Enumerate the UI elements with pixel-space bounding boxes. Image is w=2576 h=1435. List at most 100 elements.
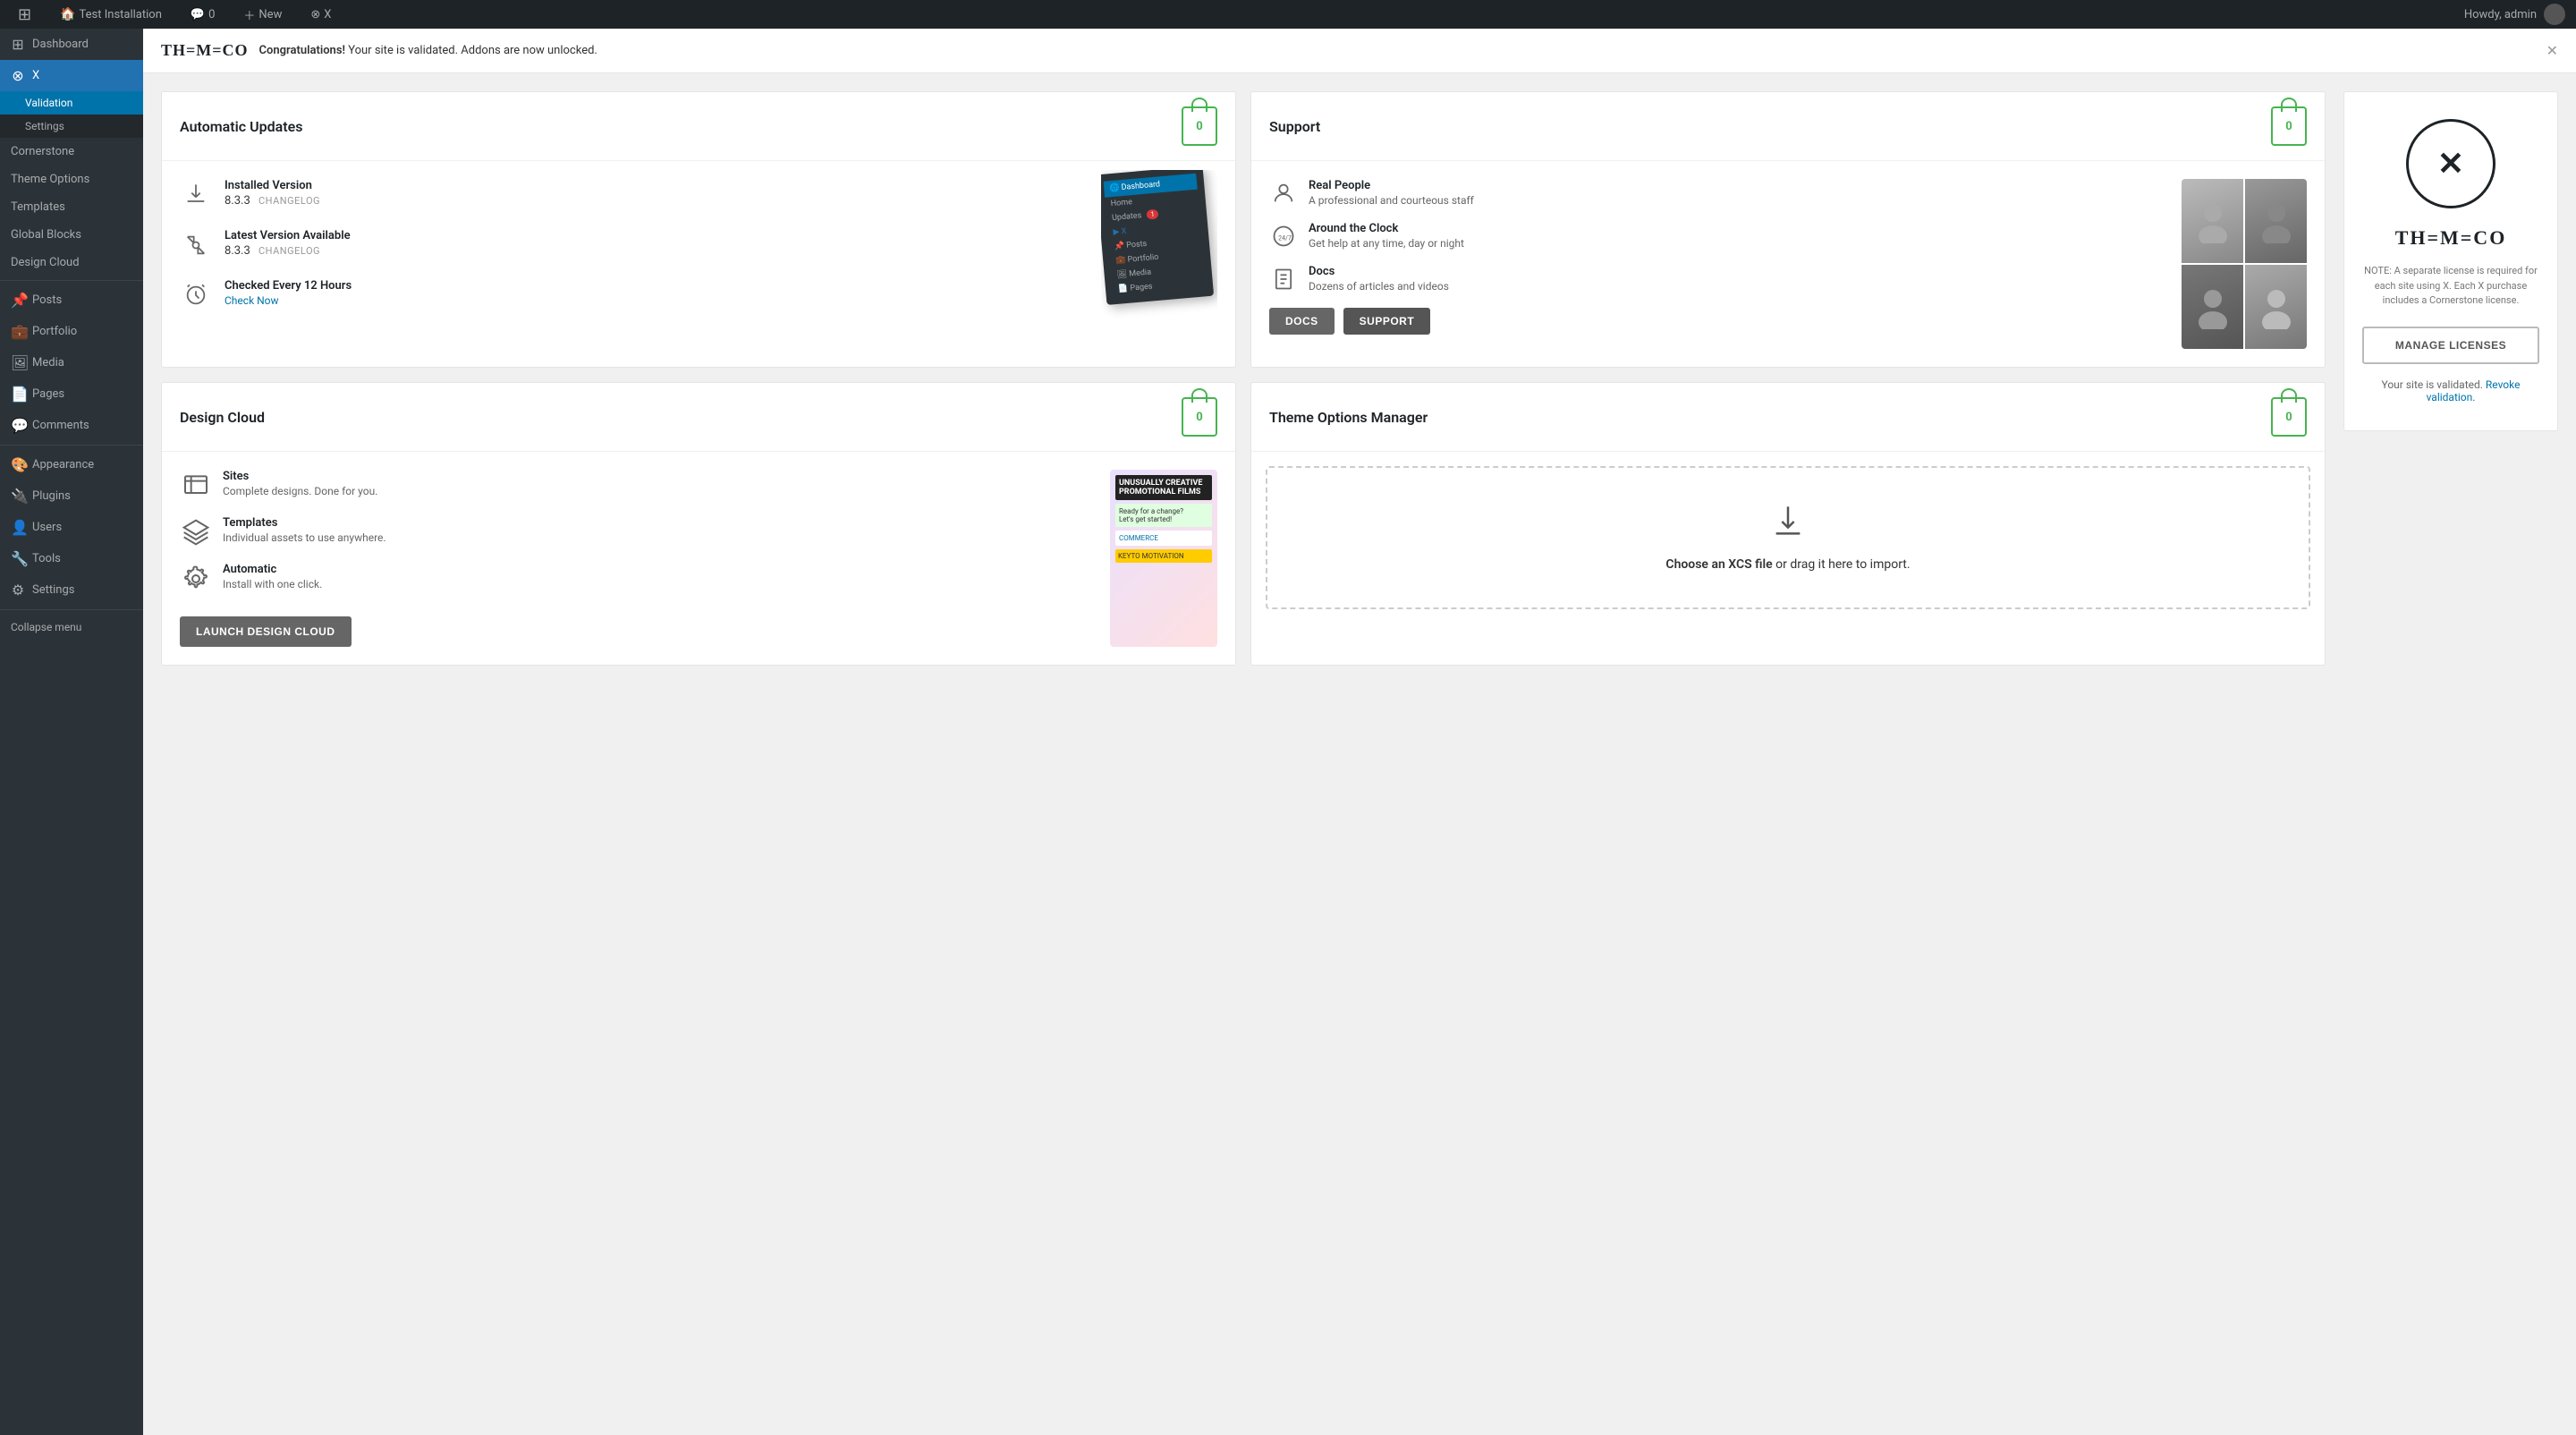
clock-icon: [180, 279, 212, 311]
automatic-label: Automatic: [223, 563, 322, 576]
gear-icon: [180, 563, 212, 595]
sidebar-item-settings[interactable]: Settings: [0, 115, 143, 138]
real-people-item: Real People A professional and courteous…: [1269, 179, 2171, 208]
comments-menu-icon: 💬: [11, 417, 25, 434]
sidebar-item-theme-options[interactable]: Theme Options: [0, 166, 143, 193]
updates-panel: Automatic Updates 0: [161, 91, 1236, 368]
sites-desc: Complete designs. Done for you.: [223, 485, 377, 497]
site-name[interactable]: 🏠 Test Installation: [53, 0, 169, 29]
sidebar-item-portfolio[interactable]: 💼 Portfolio: [0, 316, 143, 347]
sidebar-item-pages[interactable]: 📄 Pages: [0, 378, 143, 410]
updates-lock-badge: 0: [1182, 106, 1217, 146]
x-themeco-logo: TH=M=CO: [2362, 226, 2539, 250]
x-menu-icon: ⊗: [11, 67, 25, 84]
main-content: TH=M=CO Congratulations! Your site is va…: [143, 29, 2576, 1435]
appearance-icon: 🎨: [11, 456, 25, 473]
tools-icon: 🔧: [11, 550, 25, 567]
docs-item: Docs Dozens of articles and videos: [1269, 265, 2171, 293]
installed-changelog-link[interactable]: CHANGELOG: [258, 195, 320, 207]
theme-options-lock-badge: 0: [2271, 397, 2307, 437]
automatic-desc: Install with one click.: [223, 578, 322, 590]
x-adminbar[interactable]: ⊗ X: [303, 0, 338, 29]
dashboard-screenshot: 🌐 Dashboard Home Updates 1 ▶ X 📌 Posts 💼…: [1101, 170, 1214, 305]
x-promo-note: NOTE: A separate license is required for…: [2362, 264, 2539, 309]
x-logo-circle: ✕: [2406, 119, 2496, 208]
sites-label: Sites: [223, 470, 377, 483]
docs-icon: [1269, 265, 1298, 293]
docs-desc: Dozens of articles and videos: [1309, 280, 1449, 293]
design-cloud-lock-badge: 0: [1182, 397, 1217, 437]
portfolio-icon: 💼: [11, 323, 25, 340]
settings-icon: ⚙: [11, 582, 25, 599]
notice-text: Congratulations! Your site is validated.…: [259, 44, 2536, 57]
support-lock-badge: 0: [2271, 106, 2307, 146]
notice-close-button[interactable]: ✕: [2546, 42, 2558, 60]
sidebar-item-global-blocks[interactable]: Global Blocks: [0, 221, 143, 249]
theme-options-panel: Theme Options Manager 0: [1250, 382, 2326, 666]
support-button[interactable]: SUPPORT: [1343, 308, 1431, 335]
check-now-link[interactable]: Check Now: [225, 294, 279, 307]
xcs-drop-text: Choose an XCS file or drag it here to im…: [1665, 557, 1910, 572]
x-promo-card: ✕ TH=M=CO NOTE: A separate license is re…: [2343, 91, 2558, 431]
dashboard-icon: ⊞: [11, 36, 25, 53]
new-content[interactable]: ＋ New: [236, 0, 289, 29]
latest-changelog-link[interactable]: CHANGELOG: [258, 245, 320, 257]
design-templates-item: Templates Individual assets to use anywh…: [180, 516, 1096, 548]
support-panel: Support 0: [1250, 91, 2326, 368]
clock-label: Around the Clock: [1309, 222, 1464, 235]
admin-bar-right: Howdy, admin: [2464, 4, 2565, 25]
wp-logo[interactable]: ⊞: [11, 0, 38, 29]
sidebar-item-design-cloud[interactable]: Design Cloud: [0, 249, 143, 276]
person-icon: [1269, 179, 1298, 208]
pages-icon: 📄: [11, 386, 25, 403]
24-7-icon: 24/7: [1269, 222, 1298, 250]
sites-item: Sites Complete designs. Done for you.: [180, 470, 1096, 502]
sidebar-item-cornerstone[interactable]: Cornerstone: [0, 138, 143, 166]
design-templates-label: Templates: [223, 516, 386, 530]
download-icon: [180, 179, 212, 211]
sidebar-item-tools[interactable]: 🔧 Tools: [0, 543, 143, 574]
admin-bar: ⊞ 🏠 Test Installation 💬 0 ＋ New ⊗ X Howd…: [0, 0, 2576, 29]
sidebar-item-collapse[interactable]: Collapse menu: [0, 614, 143, 641]
real-people-label: Real People: [1309, 179, 1474, 192]
design-cloud-panel: Design Cloud 0: [161, 382, 1236, 666]
media-icon: 🖼: [11, 354, 25, 371]
xcs-drop-area[interactable]: Choose an XCS file or drag it here to im…: [1266, 466, 2310, 609]
sidebar-item-x[interactable]: ⊗ X Validation Settings: [0, 60, 143, 138]
sidebar-item-comments[interactable]: 💬 Comments: [0, 410, 143, 441]
installed-version-value: 8.3.3: [225, 194, 250, 208]
support-panel-title: Support: [1269, 118, 1320, 135]
launch-design-cloud-button[interactable]: LAUNCH DESIGN CLOUD: [180, 616, 352, 647]
docs-label: Docs: [1309, 265, 1449, 278]
support-photo-collage: [2182, 179, 2307, 349]
sidebar-item-appearance[interactable]: 🎨 Appearance: [0, 449, 143, 480]
svg-text:24/7: 24/7: [1278, 235, 1292, 242]
latest-version-label: Latest Version Available: [225, 229, 351, 242]
sidebar-item-dashboard[interactable]: ⊞ Dashboard: [0, 29, 143, 60]
sidebar-item-posts[interactable]: 📌 Posts: [0, 284, 143, 316]
sidebar-item-settings[interactable]: ⚙ Settings: [0, 574, 143, 606]
design-templates-desc: Individual assets to use anywhere.: [223, 531, 386, 544]
real-people-desc: A professional and courteous staff: [1309, 194, 1474, 207]
sidebar-item-templates[interactable]: Templates: [0, 193, 143, 221]
comments-link[interactable]: 💬 0: [183, 0, 223, 29]
manage-licenses-button[interactable]: MANAGE LICENSES: [2362, 327, 2539, 364]
latest-version-item: Latest Version Available 8.3.3 CHANGELOG: [180, 229, 1087, 261]
design-cloud-panel-title: Design Cloud: [180, 409, 265, 426]
sidebar-item-users[interactable]: 👤 Users: [0, 512, 143, 543]
x-validated-text: Your site is validated. Revoke validatio…: [2362, 378, 2539, 403]
support-buttons: DOCS SUPPORT: [1269, 308, 2171, 335]
xcs-download-icon: [1770, 504, 1806, 547]
sidebar-item-validation[interactable]: Validation: [0, 91, 143, 115]
theme-options-panel-title: Theme Options Manager: [1269, 409, 1428, 426]
installed-version-item: Installed Version 8.3.3 CHANGELOG: [180, 179, 1087, 211]
check-interval-label: Checked Every 12 Hours: [225, 279, 352, 293]
automatic-item: Automatic Install with one click.: [180, 563, 1096, 595]
sidebar-item-media[interactable]: 🖼 Media: [0, 347, 143, 378]
docs-button[interactable]: DOCS: [1269, 308, 1335, 335]
sites-icon: [180, 470, 212, 502]
themeco-logo-notice: TH=M=CO: [161, 41, 249, 60]
sidebar-item-plugins[interactable]: 🔌 Plugins: [0, 480, 143, 512]
plugins-icon: 🔌: [11, 488, 25, 505]
clock-desc: Get help at any time, day or night: [1309, 237, 1464, 250]
